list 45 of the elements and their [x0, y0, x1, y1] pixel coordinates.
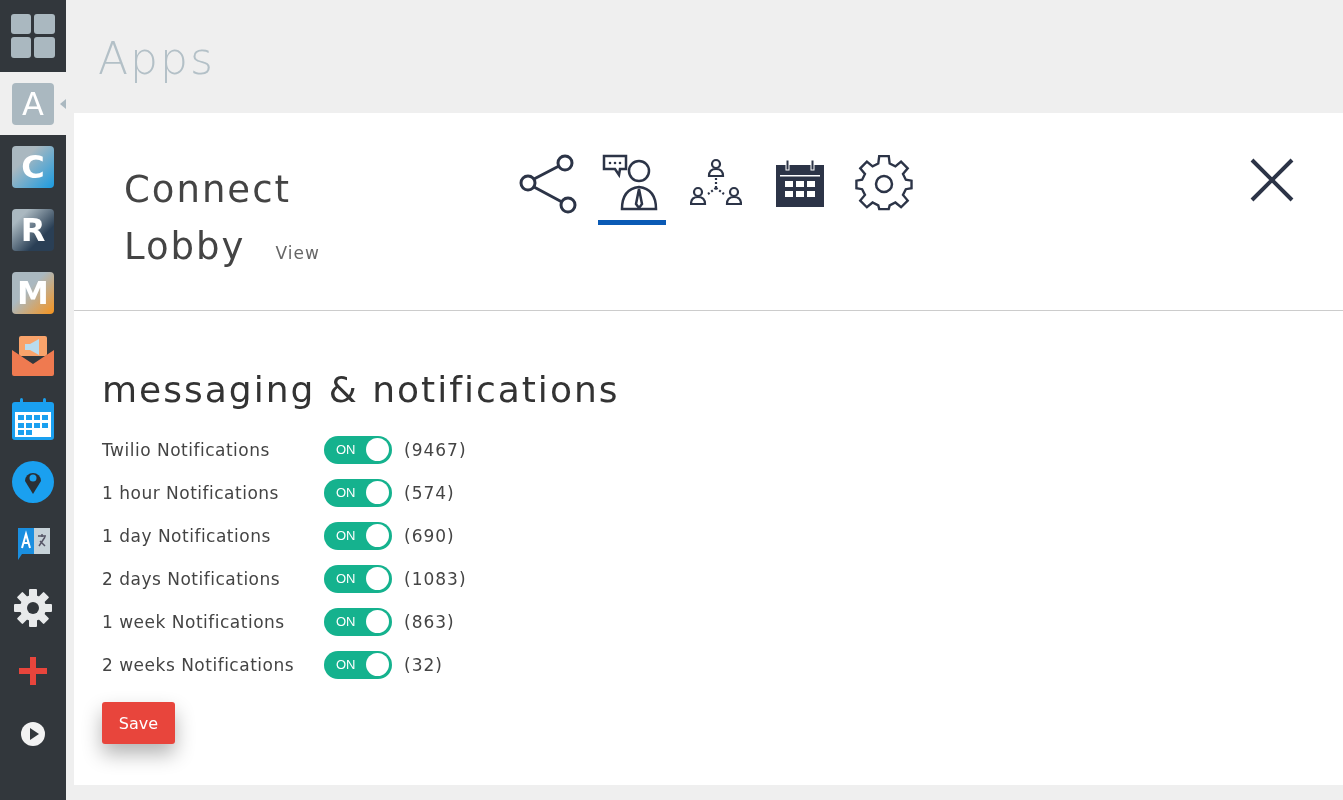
view-link[interactable]: View [275, 243, 320, 263]
toggle-switch[interactable]: ON [324, 650, 392, 679]
location-pin-icon [12, 460, 54, 503]
notification-count: (32) [404, 654, 443, 675]
calendar-icon [775, 158, 825, 209]
play-icon [21, 721, 45, 746]
toggle-switch[interactable]: ON [324, 564, 392, 593]
notification-label: 1 hour Notifications [102, 482, 280, 503]
toggle-switch[interactable]: ON [324, 521, 392, 550]
add-icon [19, 656, 47, 685]
calendar-icon [12, 397, 54, 440]
app-letter-icon: A [12, 82, 54, 125]
page-title: Apps [97, 32, 216, 86]
settings-icon [855, 154, 913, 213]
toggle-switch[interactable]: ON [324, 435, 392, 464]
translate-icon [16, 527, 50, 562]
notification-count: (863) [404, 611, 455, 632]
app-letter-icon: R [12, 208, 54, 251]
share-icon [518, 153, 578, 214]
sidebar-item[interactable]: M [0, 261, 66, 324]
app-letter-icon: C [12, 145, 54, 188]
app-title: Lobby [124, 224, 246, 270]
grid-icon [11, 14, 55, 58]
notification-count: (1083) [404, 568, 467, 589]
app-title: Connect [124, 167, 292, 213]
notification-label: Twilio Notifications [102, 439, 271, 460]
sidebar-item[interactable]: R [0, 198, 66, 261]
notification-count: (690) [404, 525, 455, 546]
sidebar-item[interactable]: A [0, 72, 66, 135]
sidebar-item[interactable]: C [0, 135, 66, 198]
notification-count: (9467) [404, 439, 467, 460]
toggle-switch[interactable]: ON [324, 478, 392, 507]
notification-label: 1 day Notifications [102, 525, 272, 546]
toggle-switch[interactable]: ON [324, 607, 392, 636]
notification-count: (574) [404, 482, 455, 503]
notification-label: 2 weeks Notifications [102, 654, 296, 675]
caret-icon [60, 99, 66, 109]
notification-label: 2 days Notifications [102, 568, 282, 589]
envelope-megaphone-icon [12, 335, 54, 376]
close-icon[interactable] [1249, 157, 1295, 203]
save-button[interactable]: Save [102, 702, 175, 744]
section-title: messaging & notifications [102, 369, 621, 410]
notification-label: 1 week Notifications [102, 611, 286, 632]
settings-icon [14, 588, 52, 627]
app-letter-icon: M [12, 271, 54, 314]
